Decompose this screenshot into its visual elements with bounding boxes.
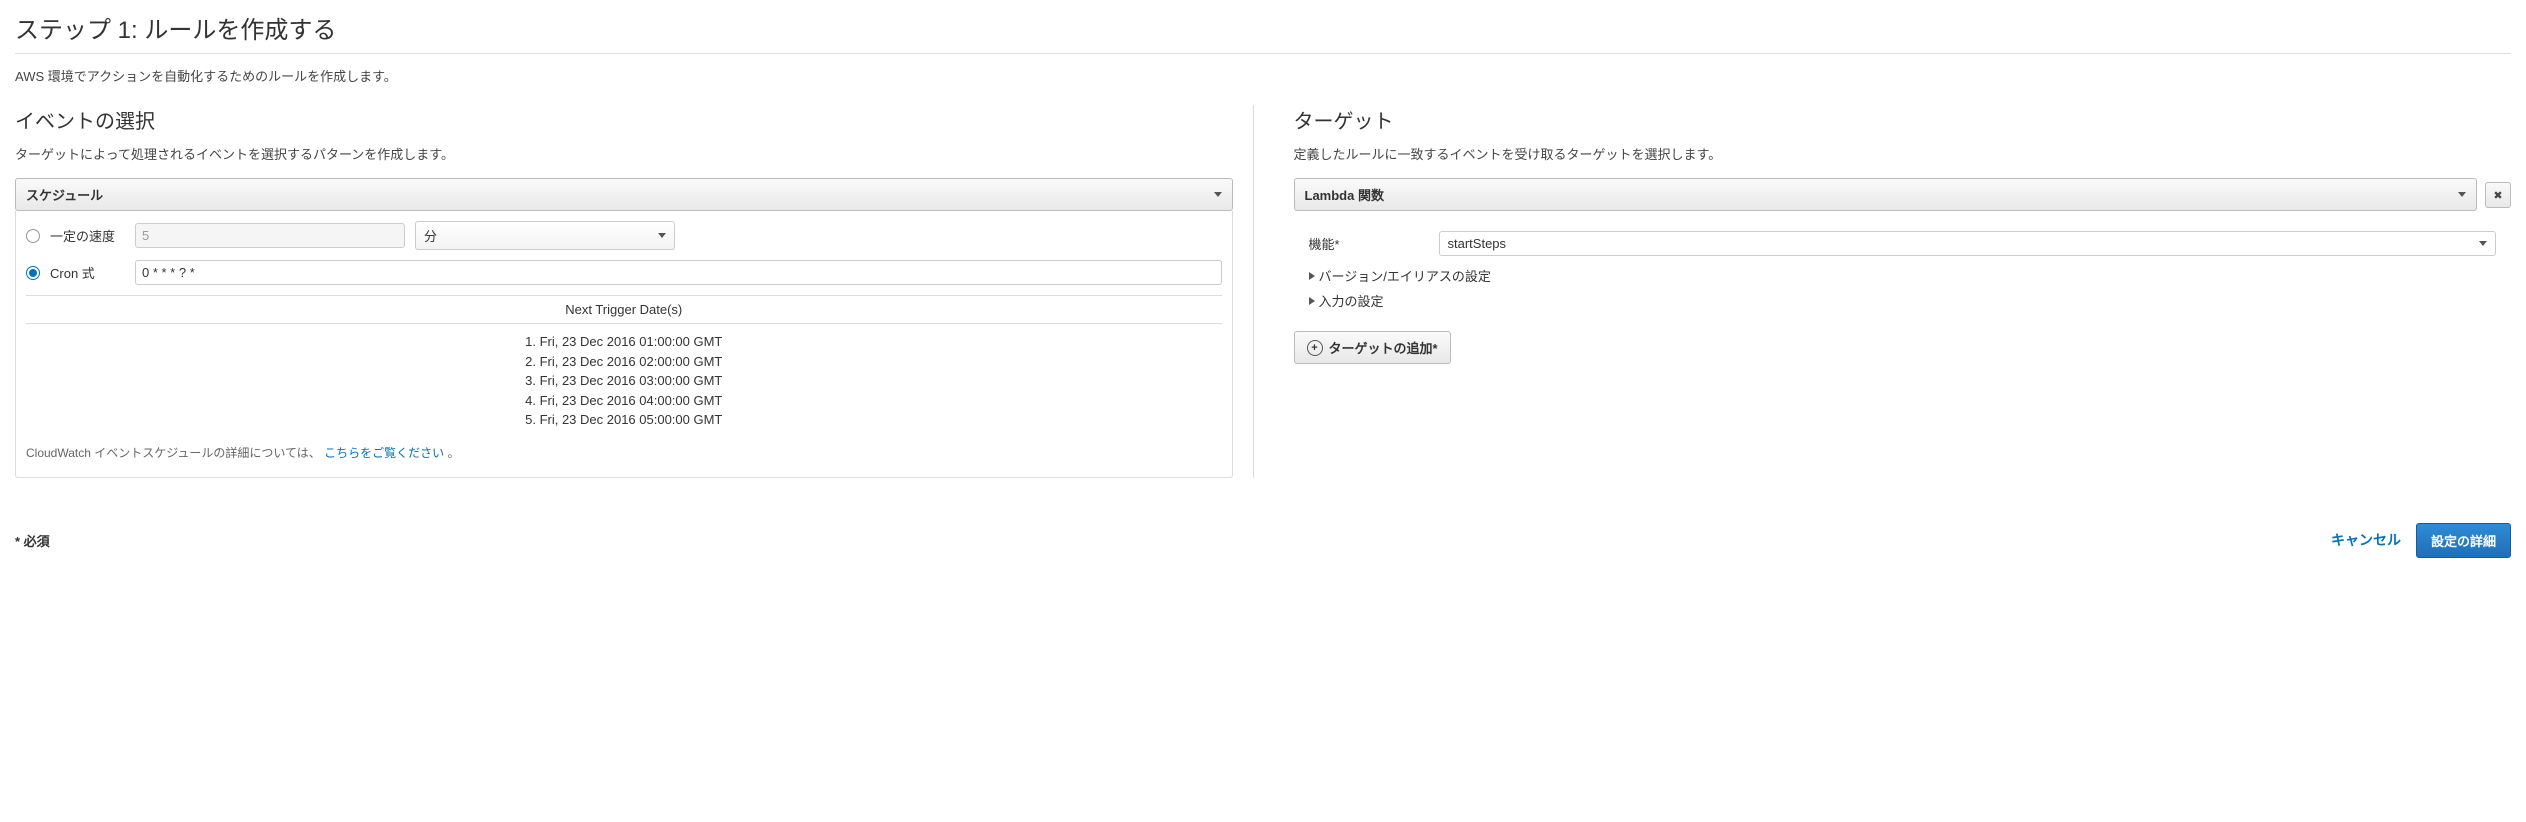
add-target-button[interactable]: ターゲットの追加*	[1294, 331, 1451, 364]
triangle-right-icon	[1309, 272, 1315, 280]
rate-radio-label: 一定の速度	[50, 226, 125, 245]
event-section-description: ターゲットによって処理されるイベントを選択するパターンを作成します。	[15, 144, 1233, 163]
function-label: 機能*	[1309, 234, 1429, 253]
rate-value-input[interactable]	[135, 223, 405, 248]
input-config-label: 入力の設定	[1319, 291, 1384, 310]
remove-target-button[interactable]	[2485, 182, 2511, 208]
trigger-header: Next Trigger Date(s)	[26, 295, 1222, 324]
event-section-title: イベントの選択	[15, 105, 1233, 134]
version-alias-label: バージョン/エイリアスの設定	[1319, 266, 1491, 285]
caret-down-icon	[658, 233, 666, 238]
target-section-description: 定義したルールに一致するイベントを受け取るターゲットを選択します。	[1294, 144, 2512, 163]
caret-down-icon	[2479, 241, 2487, 246]
trigger-item: 1. Fri, 23 Dec 2016 01:00:00 GMT	[26, 332, 1222, 352]
target-panel: ターゲット 定義したルールに一致するイベントを受け取るターゲットを選択します。 …	[1284, 105, 2512, 478]
cron-radio[interactable]	[26, 266, 40, 280]
version-alias-expand[interactable]: バージョン/エイリアスの設定	[1309, 266, 2497, 285]
target-type-label: Lambda 関数	[1305, 185, 1384, 204]
required-note: * 必須	[15, 531, 50, 550]
close-icon	[2493, 187, 2502, 202]
cron-radio-label: Cron 式	[50, 263, 125, 282]
target-type-dropdown[interactable]: Lambda 関数	[1294, 178, 2478, 211]
page-title: ステップ 1: ルールを作成する	[15, 10, 2511, 54]
trigger-list: 1. Fri, 23 Dec 2016 01:00:00 GMT 2. Fri,…	[26, 324, 1222, 438]
trigger-item: 4. Fri, 23 Dec 2016 04:00:00 GMT	[26, 391, 1222, 411]
schedule-docs-link[interactable]: こちらをご覧ください	[324, 446, 444, 460]
rate-unit-select[interactable]: 分	[415, 221, 675, 250]
trigger-item: 5. Fri, 23 Dec 2016 05:00:00 GMT	[26, 410, 1222, 430]
trigger-item: 2. Fri, 23 Dec 2016 02:00:00 GMT	[26, 352, 1222, 372]
cron-expression-input[interactable]	[135, 260, 1222, 285]
triangle-right-icon	[1309, 297, 1315, 305]
rate-unit-value: 分	[424, 226, 437, 245]
add-target-label: ターゲットの追加*	[1329, 338, 1438, 357]
cancel-button[interactable]: キャンセル	[2331, 530, 2401, 550]
caret-down-icon	[2458, 192, 2466, 197]
plus-icon	[1307, 339, 1323, 357]
function-select[interactable]: startSteps	[1439, 231, 2497, 256]
event-selection-panel: イベントの選択 ターゲットによって処理されるイベントを選択するパターンを作成しま…	[15, 105, 1254, 478]
helper-text: CloudWatch イベントスケジュールの詳細については、 こちらをご覧くださ…	[26, 438, 1222, 467]
rate-radio[interactable]	[26, 229, 40, 243]
event-source-dropdown[interactable]: スケジュール	[15, 178, 1233, 211]
function-value: startSteps	[1448, 236, 1507, 251]
trigger-item: 3. Fri, 23 Dec 2016 03:00:00 GMT	[26, 371, 1222, 391]
caret-down-icon	[1214, 192, 1222, 197]
input-config-expand[interactable]: 入力の設定	[1309, 291, 2497, 310]
event-source-label: スケジュール	[26, 185, 103, 204]
page-description: AWS 環境でアクションを自動化するためのルールを作成します。	[15, 66, 2511, 85]
target-section-title: ターゲット	[1294, 105, 2512, 134]
configure-details-button[interactable]: 設定の詳細	[2416, 523, 2511, 558]
